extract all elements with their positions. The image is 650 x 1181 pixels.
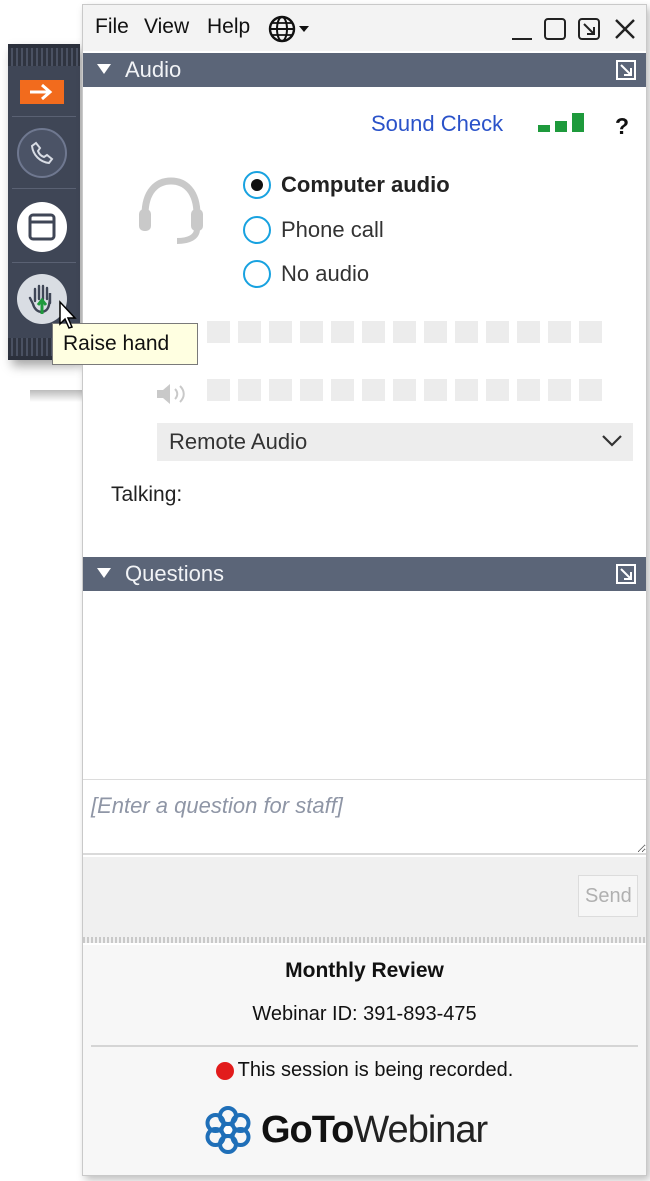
computer-audio-option[interactable]: Computer audio: [243, 169, 450, 201]
menu-view[interactable]: View: [144, 15, 189, 39]
collapse-arrow-button[interactable]: [20, 80, 64, 104]
chevron-down-icon: [602, 435, 622, 447]
talking-label: Talking:: [111, 483, 183, 506]
gotowebinar-flower-icon: [205, 1106, 251, 1154]
audio-help-button[interactable]: ?: [615, 113, 629, 140]
signal-bars-icon: [538, 113, 584, 132]
computer-audio-label: Computer audio: [281, 172, 450, 197]
recording-dot-icon: [215, 1061, 234, 1080]
control-panel-window: File View Help Audio Sound Check ? Compu…: [82, 4, 647, 1176]
audio-panel-title: Audio: [125, 57, 182, 82]
footer-divider: [91, 1045, 638, 1047]
send-area: Send: [83, 857, 646, 941]
session-footer: Monthly Review Webinar ID: 391-893-475 T…: [83, 945, 646, 1175]
globe-icon: [268, 15, 296, 43]
headset-icon: [139, 177, 203, 244]
chevron-down-icon: [299, 26, 309, 32]
phone-icon: [30, 141, 54, 165]
brand-webinar: Webinar: [353, 1108, 488, 1151]
show-panel-button[interactable]: [17, 202, 67, 252]
collapse-triangle-icon[interactable]: [97, 568, 111, 578]
gotowebinar-logo: GoToWebinar: [203, 1105, 488, 1155]
question-input[interactable]: [83, 781, 646, 855]
menu-bar: File View Help: [83, 5, 646, 51]
speaker-icon: [157, 384, 185, 404]
phone-call-radio[interactable]: [243, 216, 271, 244]
strip-divider: [12, 116, 76, 117]
popout-icon[interactable]: [577, 17, 601, 41]
recording-notice-text: This session is being recorded.: [237, 1059, 514, 1081]
computer-audio-radio[interactable]: [243, 171, 271, 199]
no-audio-option[interactable]: No audio: [243, 258, 369, 290]
popout-icon[interactable]: [616, 60, 636, 80]
no-audio-label: No audio: [281, 261, 370, 286]
popout-icon[interactable]: [616, 564, 636, 584]
audio-button[interactable]: [17, 128, 67, 178]
strip-shadow: [30, 390, 86, 402]
arrow-right-icon: [30, 83, 53, 101]
menu-file[interactable]: File: [95, 15, 129, 39]
collapse-triangle-icon[interactable]: [97, 64, 111, 74]
brand-goto: GoTo: [261, 1108, 354, 1151]
strip-grip-top[interactable]: [8, 48, 80, 66]
no-audio-radio[interactable]: [243, 260, 271, 288]
webinar-id: Webinar ID: 391-893-475: [252, 1003, 477, 1025]
speaker-level-meter: [207, 379, 602, 401]
menu-help[interactable]: Help: [207, 15, 250, 39]
session-title: Monthly Review: [285, 959, 444, 982]
mouse-cursor-icon: [59, 300, 77, 329]
microphone-level-meter: [207, 321, 602, 343]
strip-divider: [12, 262, 76, 263]
maximize-icon[interactable]: [543, 17, 567, 41]
questions-log[interactable]: [83, 591, 646, 780]
audio-device-value: Remote Audio: [169, 429, 308, 454]
send-button[interactable]: Send: [578, 875, 638, 917]
phone-call-label: Phone call: [281, 217, 384, 242]
raise-hand-icon: [28, 284, 52, 314]
audio-device-select[interactable]: Remote Audio: [157, 423, 633, 461]
minimize-icon[interactable]: [511, 19, 533, 41]
window-icon: [28, 213, 56, 241]
close-icon[interactable]: [613, 17, 637, 41]
recording-notice: This session is being recorded.: [83, 1059, 646, 1082]
language-menu[interactable]: [267, 14, 309, 44]
questions-panel-title: Questions: [125, 561, 225, 586]
resize-grip[interactable]: [83, 937, 646, 943]
questions-panel-header[interactable]: Questions: [83, 557, 646, 591]
sound-check-link[interactable]: Sound Check: [371, 111, 503, 137]
audio-panel-header[interactable]: Audio: [83, 53, 646, 87]
strip-divider: [12, 188, 76, 189]
phone-call-option[interactable]: Phone call: [243, 214, 384, 246]
